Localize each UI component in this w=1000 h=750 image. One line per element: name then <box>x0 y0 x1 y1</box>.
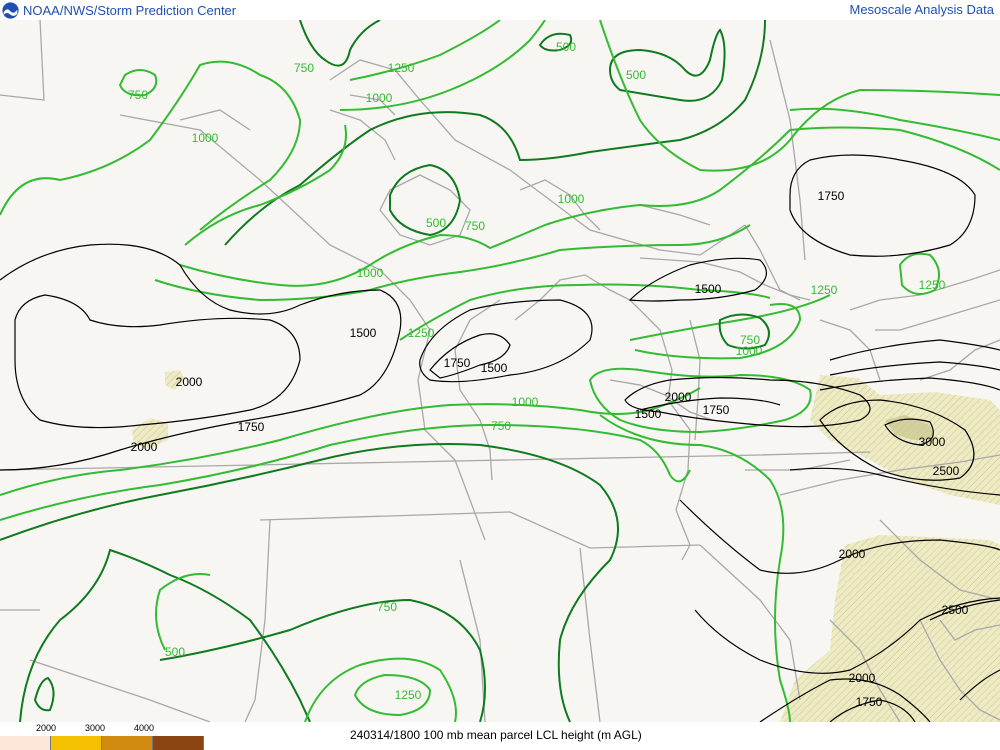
contour-label: 1000 <box>512 395 539 409</box>
contour-label: 2500 <box>942 603 969 617</box>
header: NOAA/NWS/Storm Prediction Center <box>2 0 236 20</box>
legend-label-2000: 2000 <box>36 723 57 733</box>
map-canvas: 500 500 500 500 750 750 750 750 750 750 … <box>0 19 1000 723</box>
legend-label-3000: 3000 <box>85 723 106 733</box>
contour-label: 1750 <box>856 695 883 709</box>
contour-label: 1250 <box>408 326 435 340</box>
contour-label: 750 <box>491 419 511 433</box>
contour-label: 1750 <box>444 356 471 370</box>
contour-label: 1500 <box>695 282 722 296</box>
contour-label: 1500 <box>350 326 377 340</box>
contour-label: 1750 <box>238 420 265 434</box>
contour-label: 750 <box>465 219 485 233</box>
contour-label: 1250 <box>395 688 422 702</box>
contour-label: 1000 <box>736 344 763 358</box>
contour-label: 1750 <box>703 403 730 417</box>
contour-label: 1750 <box>818 189 845 203</box>
header-title: NOAA/NWS/Storm Prediction Center <box>23 2 237 18</box>
contour-label: 1250 <box>919 278 946 292</box>
legend-label-4000: 4000 <box>134 723 155 733</box>
lcl-height-map: 500 500 500 500 750 750 750 750 750 750 … <box>0 19 1000 723</box>
contour-label: 1500 <box>635 407 662 421</box>
contour-label: 500 <box>556 40 576 54</box>
contour-label: 1000 <box>558 192 585 206</box>
map-caption: 240314/1800 100 mb mean parcel LCL heigh… <box>350 728 642 742</box>
contour-label: 500 <box>426 216 446 230</box>
contour-label: 750 <box>377 600 397 614</box>
contour-label: 2000 <box>176 375 203 389</box>
noaa-logo-icon <box>2 1 19 19</box>
contour-label: 1250 <box>811 283 838 297</box>
legend-swatch <box>153 736 204 750</box>
contour-label: 2000 <box>849 671 876 685</box>
color-legend <box>0 736 204 750</box>
legend-swatch <box>102 736 153 750</box>
contour-label: 500 <box>626 68 646 82</box>
legend-swatch <box>51 736 102 750</box>
contour-label: 3000 <box>919 435 946 449</box>
contour-label: 2500 <box>933 464 960 478</box>
contour-label: 2000 <box>839 547 866 561</box>
contour-label: 1000 <box>357 266 384 280</box>
contour-label: 750 <box>294 61 314 75</box>
contour-label: 500 <box>165 645 185 659</box>
contour-label: 1000 <box>366 91 393 105</box>
contour-label: 1000 <box>192 131 219 145</box>
legend-swatch <box>0 736 51 750</box>
contour-label: 1250 <box>388 61 415 75</box>
contour-label: 750 <box>128 88 148 102</box>
contour-label: 2000 <box>665 390 692 404</box>
contour-label: 2000 <box>131 440 158 454</box>
header-right-title: Mesoscale Analysis Data <box>849 2 994 17</box>
contour-label: 1500 <box>481 361 508 375</box>
